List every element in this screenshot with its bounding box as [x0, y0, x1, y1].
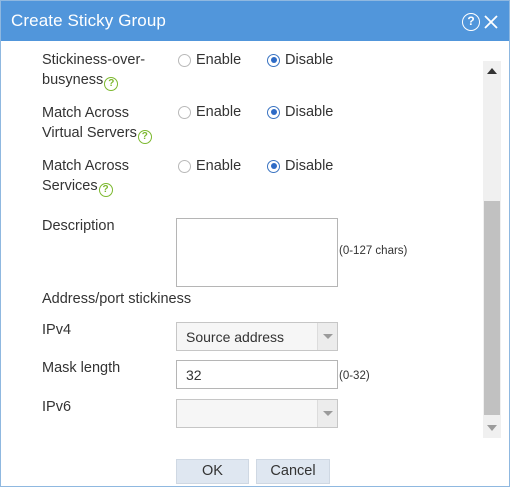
- vertical-scrollbar[interactable]: [483, 61, 501, 438]
- mask-length-hint: (0-32): [339, 370, 370, 382]
- match-across-virtual-servers-enable-radio[interactable]: Enable: [178, 104, 241, 120]
- description-textarea[interactable]: [176, 218, 338, 287]
- chevron-down-icon[interactable]: [317, 323, 337, 350]
- radio-indicator: [267, 53, 280, 67]
- match-across-virtual-servers-label-line1: Match Across: [42, 105, 130, 121]
- question-mark-icon[interactable]: ?: [137, 130, 152, 144]
- radio-indicator: [178, 159, 191, 173]
- mask-length-input[interactable]: [176, 360, 338, 389]
- radio-indicator: [267, 105, 280, 119]
- stickiness-over-busyness-disable-radio[interactable]: Disable: [267, 52, 333, 68]
- match-across-services-label-line2: Services: [42, 178, 98, 194]
- ipv4-selected-value: Source address: [186, 329, 285, 345]
- description-hint: (0-127 chars): [339, 245, 408, 257]
- match-across-virtual-servers-label-line2: Virtual Servers: [42, 125, 137, 141]
- radio-label: Disable: [285, 104, 334, 120]
- mask-length-label: Mask length: [42, 360, 121, 376]
- radio-indicator: [178, 105, 191, 119]
- ipv4-label: IPv4: [42, 322, 72, 338]
- match-across-virtual-servers-label: Match Across Virtual Servers?: [42, 103, 152, 144]
- question-mark-icon[interactable]: ?: [98, 183, 113, 197]
- radio-label: Enable: [196, 158, 242, 174]
- description-label: Description: [42, 218, 115, 234]
- ipv4-select[interactable]: Source address: [176, 322, 338, 351]
- radio-label: Disable: [285, 158, 334, 174]
- ipv6-label: IPv6: [42, 399, 72, 415]
- radio-indicator: [178, 53, 191, 67]
- radio-label: Enable: [196, 52, 242, 68]
- chevron-down-icon[interactable]: [317, 400, 337, 427]
- match-across-services-disable-radio[interactable]: Disable: [267, 158, 333, 174]
- address-port-stickiness-heading: Address/port stickiness: [42, 291, 192, 307]
- stickiness-over-busyness-label-line1: Stickiness-over-: [42, 52, 146, 68]
- radio-label: Enable: [196, 104, 242, 120]
- create-sticky-group-dialog: Create Sticky Group ? Stickiness-over- b…: [0, 0, 510, 487]
- help-icon[interactable]: ?: [462, 13, 480, 31]
- match-across-services-label-line1: Match Across: [42, 158, 130, 174]
- dialog-content: Stickiness-over- busyness? Enable Disabl…: [1, 41, 481, 441]
- stickiness-over-busyness-enable-radio[interactable]: Enable: [178, 52, 241, 68]
- radio-label: Disable: [285, 52, 334, 68]
- stickiness-over-busyness-label-line2: busyness: [42, 72, 104, 88]
- radio-indicator: [267, 159, 280, 173]
- scroll-up-arrow-icon[interactable]: [483, 61, 501, 81]
- ipv6-select[interactable]: [176, 399, 338, 428]
- close-icon[interactable]: [482, 12, 500, 32]
- scrollbar-thumb[interactable]: [484, 201, 500, 415]
- dialog-title: Create Sticky Group: [11, 11, 166, 30]
- match-across-services-label: Match Across Services?: [42, 156, 129, 197]
- dialog-titlebar: Create Sticky Group ?: [1, 1, 509, 41]
- cancel-button[interactable]: Cancel: [256, 459, 330, 484]
- match-across-virtual-servers-disable-radio[interactable]: Disable: [267, 104, 333, 120]
- question-mark-icon[interactable]: ?: [104, 77, 119, 91]
- ok-button[interactable]: OK: [176, 459, 249, 484]
- match-across-services-enable-radio[interactable]: Enable: [178, 158, 241, 174]
- scroll-down-arrow-icon[interactable]: [483, 418, 501, 438]
- stickiness-over-busyness-label: Stickiness-over- busyness?: [42, 50, 145, 91]
